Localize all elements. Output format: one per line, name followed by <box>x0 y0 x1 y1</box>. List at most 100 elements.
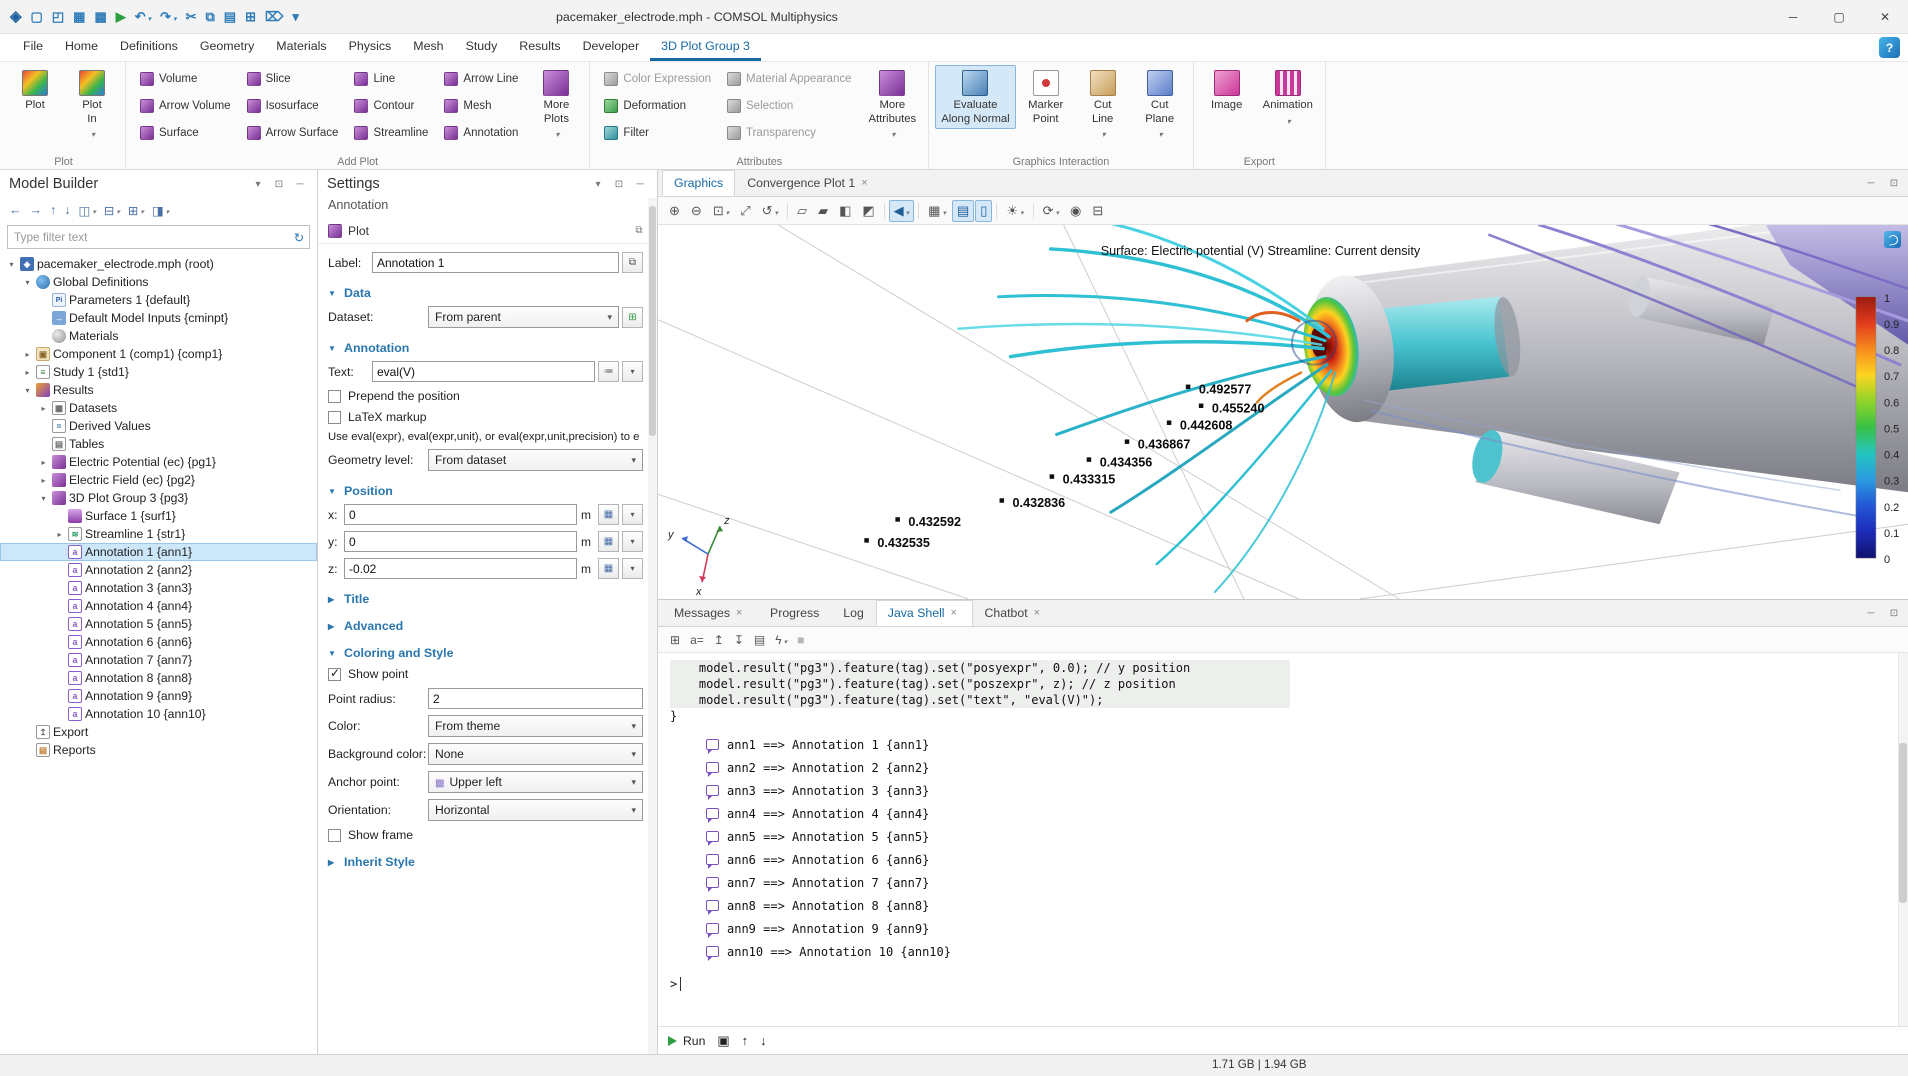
cut-icon[interactable]: ✂ <box>182 5 201 29</box>
menu-tab[interactable]: Study <box>455 34 509 61</box>
run-icon[interactable]: ▶ <box>112 5 130 29</box>
new-file-icon[interactable]: ▢ <box>27 5 47 29</box>
tree-item[interactable]: Parameters 1 {default} <box>0 291 317 309</box>
tree-item[interactable]: Tables <box>0 435 317 453</box>
graphics-canvas[interactable]: Surface: Electric potential (V) Streamli… <box>658 225 1908 599</box>
expand-arrow[interactable]: ▾ <box>38 494 49 503</box>
forward-icon[interactable]: → <box>27 203 46 217</box>
insert-expression-button[interactable] <box>598 361 619 382</box>
tree-item[interactable]: ▸ Streamline 1 {str1} <box>0 525 317 543</box>
scrollbar-thumb[interactable] <box>649 206 656 436</box>
ribbon-button[interactable]: Color Expression <box>596 65 719 92</box>
tree-item[interactable]: ▾ 3D Plot Group 3 {pg3} <box>0 489 317 507</box>
show-icon[interactable]: ◫ <box>76 203 99 218</box>
float-panel-icon[interactable]: ⊡ <box>1886 605 1902 621</box>
back-icon[interactable]: ← <box>6 203 25 217</box>
expand-arrow[interactable]: ▸ <box>38 476 49 485</box>
zoom-box-icon[interactable]: ⊡ <box>708 200 734 222</box>
tree-item[interactable]: ▸ Study 1 {std1} <box>0 363 317 381</box>
graphics-help-icon[interactable] <box>1884 231 1901 248</box>
menu-tab[interactable]: Geometry <box>189 34 265 61</box>
save-icon[interactable]: ▦ <box>69 5 89 29</box>
tree-item[interactable]: Annotation 3 {ann3} <box>0 579 317 597</box>
expand-arrow[interactable]: ▸ <box>22 368 33 377</box>
tree-item[interactable]: Reports <box>0 741 317 759</box>
paste-icon[interactable]: ▤ <box>220 5 240 29</box>
grid-icon[interactable]: ▤ <box>952 200 974 222</box>
expand-arrow[interactable]: ▸ <box>54 530 65 539</box>
anchor-point-select[interactable]: Upper left <box>428 771 643 793</box>
ribbon-button[interactable]: Cut Line <box>1076 65 1130 143</box>
app-icon[interactable]: ◈ <box>6 5 26 29</box>
shell-prompt[interactable]: > <box>670 977 677 991</box>
ribbon-button[interactable]: Image <box>1200 65 1254 116</box>
range-button[interactable] <box>598 531 619 552</box>
float-panel-icon[interactable]: ⊡ <box>271 176 287 192</box>
shell-output-area[interactable]: model.result("pg3").feature(tag).set("po… <box>658 653 1908 1026</box>
collapse-all-icon[interactable]: ⊟ <box>101 203 123 218</box>
tree-item[interactable]: Materials <box>0 327 317 345</box>
help-button[interactable]: ? <box>1879 37 1900 58</box>
more-commands-icon[interactable]: ▾ <box>288 5 303 29</box>
section-title[interactable]: Title <box>328 592 643 606</box>
expression-button[interactable] <box>622 558 643 579</box>
point-radius-input[interactable] <box>428 688 643 709</box>
filter-input[interactable] <box>8 230 289 244</box>
undo-icon[interactable]: ↶ <box>131 5 155 29</box>
tree-item[interactable]: Default Model Inputs {cminpt} <box>0 309 317 327</box>
refresh-icon[interactable]: ↻ <box>289 230 309 245</box>
rename-button[interactable] <box>622 252 643 273</box>
menu-tab[interactable]: Definitions <box>109 34 189 61</box>
ribbon-button[interactable]: Animation <box>1257 65 1319 130</box>
menu-tab[interactable]: Mesh <box>402 34 454 61</box>
section-position[interactable]: Position <box>328 484 643 498</box>
tree-item[interactable]: Derived Values <box>0 417 317 435</box>
ribbon-button[interactable]: Slice <box>239 65 347 92</box>
more-plots-button[interactable]: More Plots <box>529 65 583 143</box>
tree-item[interactable]: Annotation 10 {ann10} <box>0 705 317 723</box>
color-select[interactable]: From theme <box>428 715 643 737</box>
ribbon-button[interactable]: Arrow Line <box>436 65 526 92</box>
menu-tab[interactable]: File <box>12 34 54 61</box>
minimize-panel-icon[interactable]: ─ <box>1863 605 1879 621</box>
ribbon-button[interactable]: Arrow Surface <box>239 119 347 146</box>
image-snapshot-icon[interactable]: ◉ <box>1065 200 1086 222</box>
tree-item[interactable]: Annotation 8 {ann8} <box>0 669 317 687</box>
expression-button[interactable] <box>622 504 643 525</box>
tree-item[interactable]: Annotation 1 {ann1} <box>0 543 317 561</box>
minimize-panel-icon[interactable]: ─ <box>1863 175 1879 191</box>
ribbon-button[interactable]: Selection <box>719 92 859 119</box>
ribbon-button[interactable]: Plot In <box>65 65 119 143</box>
collapse-panel-icon[interactable]: ─ <box>632 176 648 192</box>
expand-arrow[interactable]: ▾ <box>6 260 17 269</box>
expand-arrow[interactable]: ▸ <box>38 458 49 467</box>
menu-tab[interactable]: Physics <box>338 34 403 61</box>
expand-all-icon[interactable]: ⊞ <box>125 203 147 218</box>
update-plot-icon[interactable]: ⟳ <box>1038 200 1064 222</box>
ribbon-button[interactable]: Volume <box>132 65 239 92</box>
label-input[interactable] <box>372 252 619 273</box>
xy-plane-view-icon[interactable]: ▱ <box>792 200 812 222</box>
tree-item[interactable]: Annotation 7 {ann7} <box>0 651 317 669</box>
zoom-out-icon[interactable]: ⊖ <box>686 200 707 222</box>
scroll-up-icon[interactable]: ↑ <box>742 1033 749 1049</box>
tree-item[interactable]: Annotation 6 {ann6} <box>0 633 317 651</box>
panel-menu-icon[interactable]: ▾ <box>250 176 266 192</box>
scene-light-icon[interactable]: ☀ <box>1001 200 1028 222</box>
ribbon-button[interactable]: Mesh <box>436 92 526 119</box>
float-panel-icon[interactable]: ⊡ <box>1886 175 1902 191</box>
plot-in-window-icon[interactable]: ⧉ <box>631 223 647 239</box>
new-shell-icon[interactable]: ⊞ <box>666 630 684 650</box>
close-tab-icon[interactable] <box>951 607 961 619</box>
expand-arrow[interactable]: ▾ <box>22 278 33 287</box>
print-icon[interactable]: ⊟ <box>1087 200 1108 222</box>
show-point-checkbox[interactable] <box>328 668 341 681</box>
ribbon-button[interactable]: Material Appearance <box>719 65 859 92</box>
close-button[interactable]: ✕ <box>1862 0 1908 34</box>
range-button[interactable] <box>598 504 619 525</box>
open-file-icon[interactable]: ◰ <box>48 5 68 29</box>
float-panel-icon[interactable]: ⊡ <box>611 176 627 192</box>
model-settings-icon[interactable]: ◨ <box>149 203 172 218</box>
console-tab[interactable]: Messages <box>662 600 758 626</box>
menu-tab[interactable]: Developer <box>572 34 650 61</box>
